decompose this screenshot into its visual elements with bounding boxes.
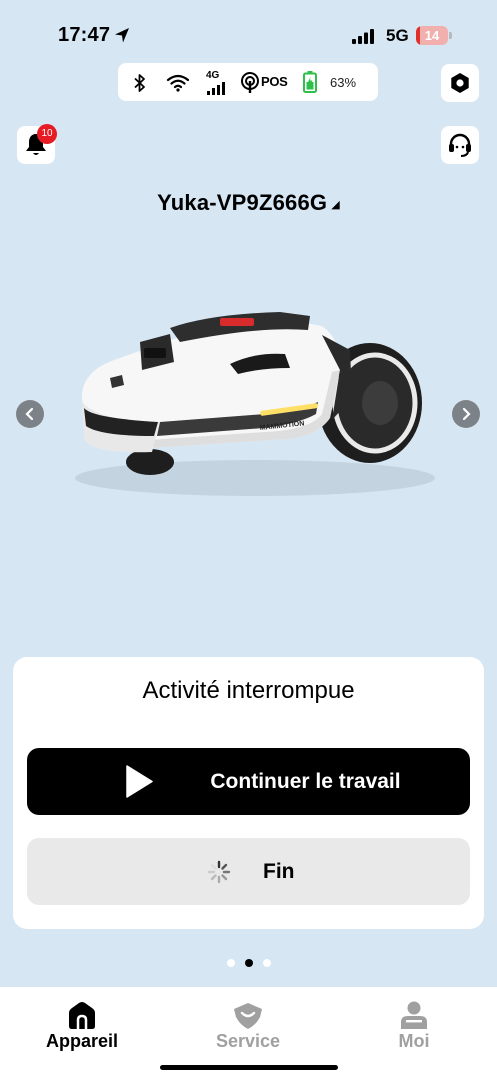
- device-selector[interactable]: Yuka-VP9Z666G ◢: [0, 190, 497, 216]
- page-indicator: [0, 959, 497, 969]
- continue-work-button[interactable]: Continuer le travail: [27, 748, 470, 815]
- page-dot[interactable]: [244, 959, 253, 967]
- settings-button[interactable]: [441, 64, 479, 102]
- tab-appareil[interactable]: Appareil: [12, 987, 152, 1057]
- network-type: 5G: [386, 26, 409, 45]
- robot-signal-icon: [207, 82, 225, 95]
- person-icon: [401, 1001, 427, 1029]
- tab-appareil-label: Appareil: [45, 1031, 119, 1051]
- location-arrow-icon: [115, 28, 129, 43]
- chevron-right-icon: [462, 407, 471, 421]
- cellular-signal-icon: [352, 29, 374, 44]
- robot-mower-image: MAMMOTION: [75, 312, 435, 496]
- notification-count-badge: 10: [37, 124, 57, 144]
- wifi-icon: [166, 74, 190, 92]
- home-icon: [69, 1002, 95, 1029]
- rtk-pos-label: POS: [261, 74, 288, 89]
- clock: 17:47: [58, 24, 111, 46]
- tab-moi[interactable]: Moi: [344, 987, 484, 1057]
- next-device-button[interactable]: [452, 400, 480, 428]
- rtk-position-icon: [241, 72, 259, 93]
- device-name: Yuka-VP9Z666G: [157, 190, 328, 215]
- robot-battery-icon: [303, 71, 317, 93]
- headset-icon: [449, 133, 471, 157]
- page-dot[interactable]: [226, 959, 235, 967]
- support-button[interactable]: [441, 126, 479, 164]
- robot-battery-percent: 63%: [330, 75, 357, 90]
- previous-device-button[interactable]: [16, 400, 44, 428]
- phone-battery-level: 14: [424, 28, 440, 43]
- hex-settings-icon: [451, 73, 469, 93]
- activity-status-title: Activité interrompue: [142, 677, 355, 704]
- cellular-4g-label: 4G: [206, 70, 220, 81]
- page-dot[interactable]: [262, 959, 271, 967]
- tab-service[interactable]: Service: [178, 987, 318, 1057]
- tab-moi-label: Moi: [398, 1031, 430, 1051]
- end-button[interactable]: Fin: [27, 838, 470, 905]
- bluetooth-icon: [134, 74, 145, 92]
- tab-service-label: Service: [215, 1031, 281, 1051]
- loading-spinner-icon: [207, 860, 231, 884]
- ios-status-bar: 17:47 5G 14: [0, 0, 497, 70]
- dropdown-caret-icon: ◢: [331, 198, 340, 211]
- end-label: Fin: [263, 860, 295, 883]
- home-indicator[interactable]: [160, 1065, 338, 1070]
- service-shield-icon: [234, 1003, 262, 1029]
- robot-status-bar[interactable]: 4G POS 63%: [118, 63, 378, 101]
- continue-work-label: Continuer le travail: [210, 770, 401, 793]
- chevron-left-icon: [25, 407, 34, 421]
- phone-battery-icon: 14: [416, 26, 452, 45]
